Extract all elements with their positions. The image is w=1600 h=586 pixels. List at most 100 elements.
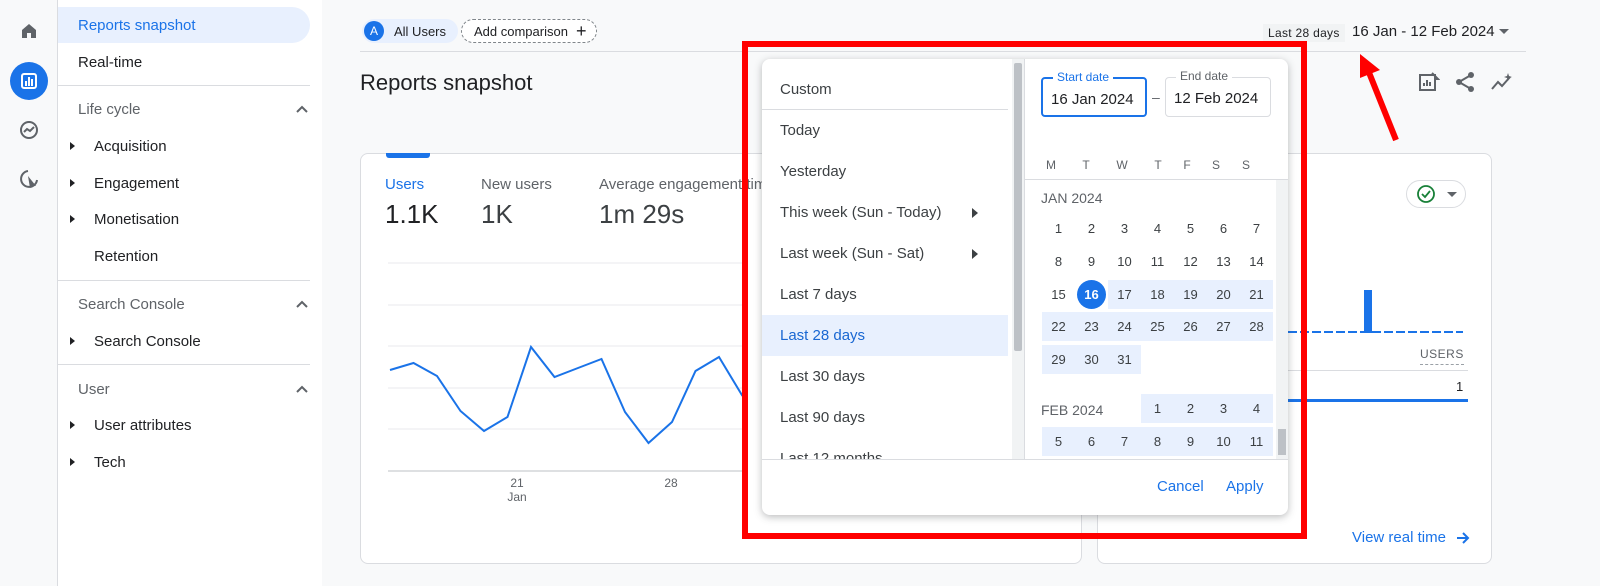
calendar-day[interactable]: 22 bbox=[1042, 312, 1075, 341]
preset-option[interactable]: Last 12 months bbox=[762, 438, 1008, 459]
metric-label: Users bbox=[385, 176, 425, 193]
calendar-day[interactable]: 3 bbox=[1108, 214, 1141, 243]
end-date-field[interactable]: End date 12 Feb 2024 bbox=[1165, 69, 1271, 117]
calendar-day[interactable]: 8 bbox=[1042, 247, 1075, 276]
preset-option[interactable]: Last 28 days bbox=[762, 315, 1008, 356]
calendar-day[interactable]: 1 bbox=[1141, 394, 1174, 423]
calendar-day[interactable]: 8 bbox=[1141, 427, 1174, 456]
preset-option[interactable]: Custom bbox=[762, 69, 1008, 110]
reports-nav: Reports snapshot Real-time Life cycle Ac… bbox=[58, 0, 322, 586]
calendar-day[interactable]: 26 bbox=[1174, 312, 1207, 341]
nav-engagement[interactable]: Engagement bbox=[58, 165, 310, 201]
calendar-day[interactable]: 9 bbox=[1174, 427, 1207, 456]
users-line-chart bbox=[388, 262, 748, 472]
calendar-day[interactable]: 28 bbox=[1240, 312, 1273, 341]
nav-user-attributes[interactable]: User attributes bbox=[58, 407, 310, 443]
calendar-day[interactable]: 23 bbox=[1075, 312, 1108, 341]
calendar-day[interactable]: 31 bbox=[1108, 345, 1141, 374]
calendar-day[interactable]: 15 bbox=[1042, 280, 1075, 309]
nav-section-lifecycle[interactable]: Life cycle bbox=[78, 91, 308, 127]
calendar-day[interactable]: 19 bbox=[1174, 280, 1207, 309]
calendar-day[interactable]: 4 bbox=[1240, 394, 1273, 423]
chevron-up-icon bbox=[296, 300, 308, 308]
calendar-day[interactable]: 4 bbox=[1141, 214, 1174, 243]
apply-button[interactable]: Apply bbox=[1226, 478, 1264, 495]
metric-new-users[interactable]: New users 1K bbox=[481, 176, 552, 230]
nav-realtime[interactable]: Real-time bbox=[58, 44, 310, 80]
calendar-scrollbar-thumb[interactable] bbox=[1278, 429, 1286, 455]
calendar-day[interactable]: 29 bbox=[1042, 345, 1075, 374]
insights-icon[interactable] bbox=[1489, 69, 1515, 95]
start-date-value: 16 Jan 2024 bbox=[1051, 91, 1134, 108]
calendar-day[interactable]: 9 bbox=[1075, 247, 1108, 276]
calendar-day[interactable]: 7 bbox=[1240, 214, 1273, 243]
calendar-day[interactable]: 25 bbox=[1141, 312, 1174, 341]
calendar-day[interactable]: 10 bbox=[1207, 427, 1240, 456]
calendar-day[interactable]: 1 bbox=[1042, 214, 1075, 243]
nav-section-user[interactable]: User bbox=[78, 371, 308, 407]
comparison-status-button[interactable] bbox=[1406, 180, 1466, 208]
nav-reports-snapshot[interactable]: Reports snapshot bbox=[58, 7, 310, 43]
calendar-scrollbar[interactable] bbox=[1276, 180, 1288, 459]
nav-search-console[interactable]: Search Console bbox=[58, 323, 310, 359]
calendar-day[interactable]: 5 bbox=[1042, 427, 1075, 456]
all-users-chip[interactable]: A All Users bbox=[362, 19, 459, 43]
calendar-day[interactable]: 27 bbox=[1207, 312, 1240, 341]
reports-icon[interactable] bbox=[10, 62, 48, 100]
calendar-day[interactable]: 5 bbox=[1174, 214, 1207, 243]
home-icon[interactable] bbox=[10, 12, 48, 50]
start-date-label: Start date bbox=[1053, 70, 1114, 84]
customize-report-icon[interactable] bbox=[1416, 69, 1442, 95]
calendar-day[interactable]: 2 bbox=[1174, 394, 1207, 423]
calendar-day[interactable]: 3 bbox=[1207, 394, 1240, 423]
nav-section-label: User bbox=[78, 380, 110, 398]
calendar-day[interactable]: 10 bbox=[1108, 247, 1141, 276]
advertising-icon[interactable] bbox=[10, 160, 48, 198]
preset-option[interactable]: Last week (Sun - Sat) bbox=[762, 233, 1008, 274]
weekday-label: T bbox=[1154, 158, 1162, 172]
calendar-day[interactable]: 2 bbox=[1075, 214, 1108, 243]
nav-monetisation[interactable]: Monetisation bbox=[58, 201, 310, 237]
calendar-day[interactable]: 14 bbox=[1240, 247, 1273, 276]
view-realtime-link[interactable]: View real time bbox=[1352, 529, 1470, 546]
preset-option[interactable]: This week (Sun - Today) bbox=[762, 192, 1008, 233]
add-comparison-button[interactable]: Add comparison + bbox=[461, 19, 598, 43]
preset-option[interactable]: Last 7 days bbox=[762, 274, 1008, 315]
nav-section-search-console[interactable]: Search Console bbox=[78, 286, 308, 322]
metric-users[interactable]: Users 1.1K bbox=[385, 176, 439, 230]
preset-option[interactable]: Yesterday bbox=[762, 151, 1008, 192]
realtime-users-header[interactable]: USERS bbox=[1420, 347, 1464, 365]
cancel-button[interactable]: Cancel bbox=[1157, 478, 1204, 495]
explore-icon[interactable] bbox=[10, 111, 48, 149]
calendar-day[interactable]: 21 bbox=[1240, 280, 1273, 309]
expand-caret-icon bbox=[70, 337, 75, 345]
date-range-dropdown-icon[interactable] bbox=[1499, 29, 1509, 34]
calendar-day[interactable]: 24 bbox=[1108, 312, 1141, 341]
preset-scrollbar-thumb[interactable] bbox=[1014, 63, 1022, 351]
calendar-day[interactable]: 13 bbox=[1207, 247, 1240, 276]
weekday-label: M bbox=[1046, 158, 1056, 172]
start-date-field[interactable]: Start date 16 Jan 2024 bbox=[1041, 70, 1147, 117]
nav-acquisition[interactable]: Acquisition bbox=[58, 128, 310, 164]
nav-tech[interactable]: Tech bbox=[58, 444, 310, 480]
nav-label: Retention bbox=[94, 247, 159, 265]
date-range-label[interactable]: Last 28 days bbox=[1263, 24, 1345, 42]
calendar-day[interactable]: 11 bbox=[1141, 247, 1174, 276]
calendar-day[interactable]: 16 bbox=[1075, 280, 1108, 309]
preset-option[interactable]: Last 90 days bbox=[762, 397, 1008, 438]
nav-retention[interactable]: Retention bbox=[58, 238, 310, 274]
calendar-day[interactable]: 18 bbox=[1141, 280, 1174, 309]
metric-average-engagement-time[interactable]: Average engagement tim 1m 29s bbox=[599, 176, 766, 230]
calendar-day[interactable]: 11 bbox=[1240, 427, 1273, 456]
calendar-day[interactable]: 20 bbox=[1207, 280, 1240, 309]
preset-option[interactable]: Last 30 days bbox=[762, 356, 1008, 397]
calendar-day[interactable]: 12 bbox=[1174, 247, 1207, 276]
share-icon[interactable] bbox=[1452, 69, 1478, 95]
calendar-day[interactable]: 17 bbox=[1108, 280, 1141, 309]
preset-option[interactable]: Today bbox=[762, 110, 1008, 151]
date-range-value[interactable]: 16 Jan - 12 Feb 2024 bbox=[1352, 23, 1495, 40]
calendar-day[interactable]: 6 bbox=[1207, 214, 1240, 243]
calendar-day[interactable]: 6 bbox=[1075, 427, 1108, 456]
calendar-day[interactable]: 7 bbox=[1108, 427, 1141, 456]
calendar-day[interactable]: 30 bbox=[1075, 345, 1108, 374]
